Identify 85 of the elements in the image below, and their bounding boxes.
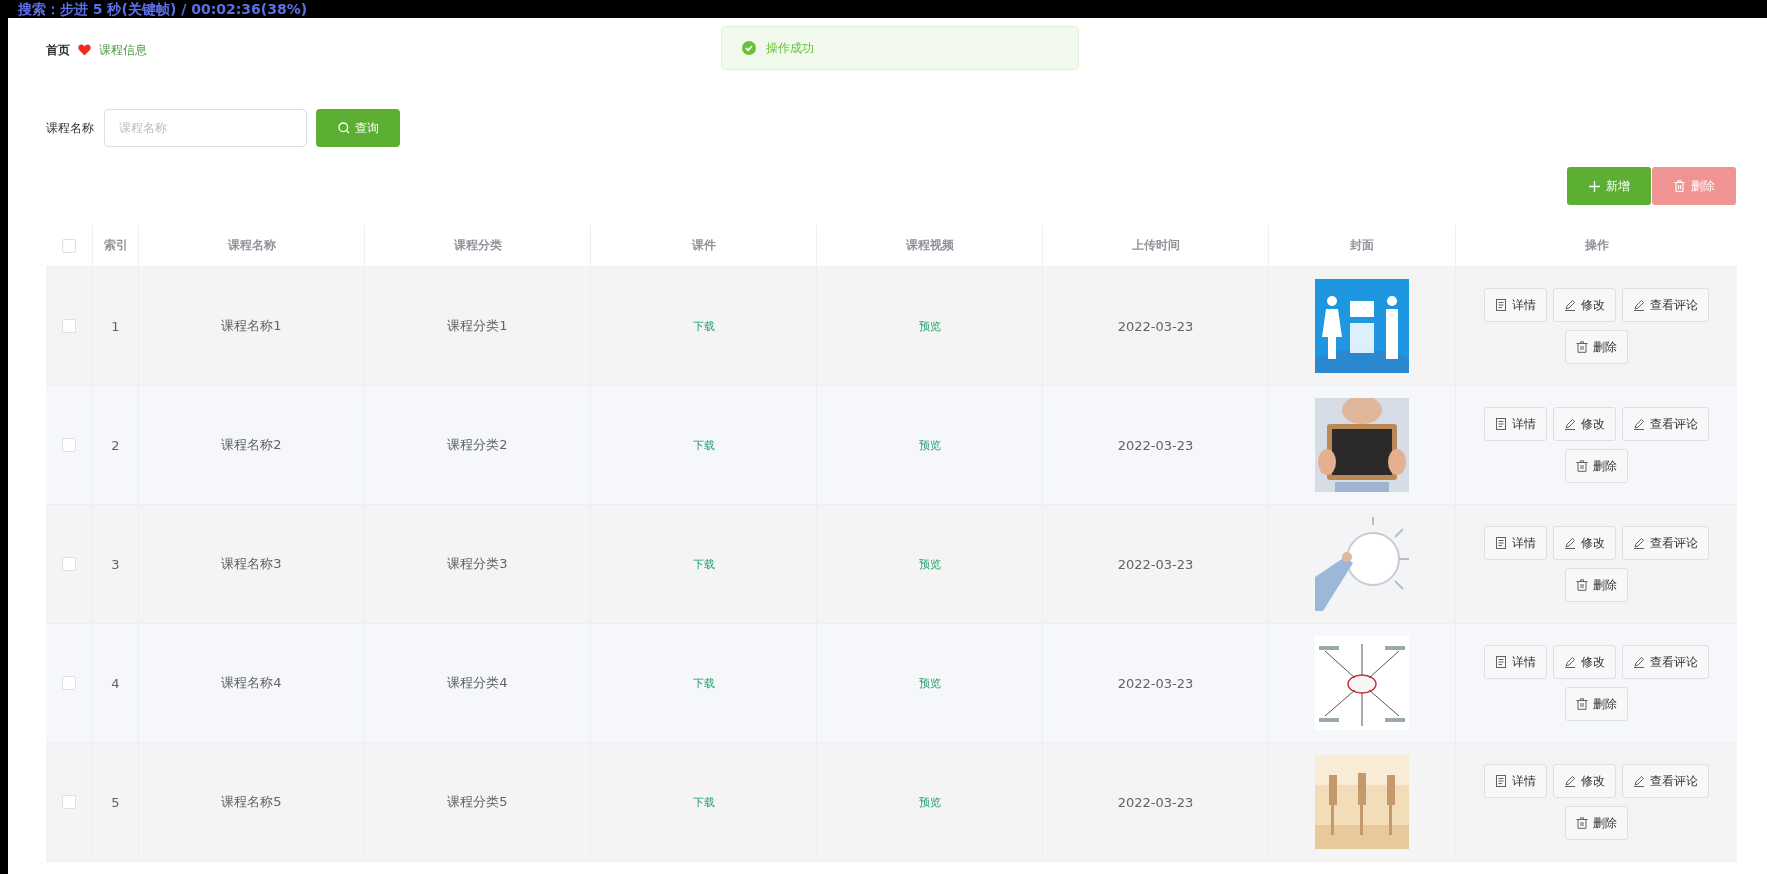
column-header: 索引 <box>103 237 128 254</box>
column-header: 上传时间 <box>1131 237 1180 254</box>
trash-icon <box>1576 341 1588 353</box>
table-cell: 1 <box>111 318 120 334</box>
table-cell: 3 <box>111 556 120 572</box>
table-cell: 课程分类1 <box>447 317 508 335</box>
column-header: 课程视频 <box>905 237 954 254</box>
pencil-icon <box>1564 299 1576 311</box>
checkbox[interactable] <box>62 676 76 690</box>
pencil-icon <box>1564 656 1576 668</box>
delete-button[interactable]: 删除 <box>1565 568 1628 602</box>
edit-button[interactable]: 修改 <box>1553 645 1616 679</box>
table-cell: 2022-03-23 <box>1117 318 1194 334</box>
table-cell: 课程分类5 <box>447 793 508 811</box>
trash-icon <box>1576 460 1588 472</box>
checkbox[interactable] <box>62 238 76 253</box>
table-cell: 课程名称4 <box>221 674 282 692</box>
column-header: 课程名称 <box>227 237 276 254</box>
detail-button[interactable]: 详情 <box>1484 407 1547 441</box>
edit-button[interactable]: 查看评论 <box>1622 407 1709 441</box>
delete-button[interactable]: 删除 <box>1565 330 1628 364</box>
trash-icon <box>1576 579 1588 591</box>
edit-button[interactable]: 修改 <box>1553 407 1616 441</box>
checkbox[interactable] <box>62 319 76 333</box>
search-field[interactable]: 课程名称 <box>104 109 307 147</box>
detail-button[interactable]: 详情 <box>1484 526 1547 560</box>
checkbox[interactable] <box>62 795 76 809</box>
column-header: 封面 <box>1350 237 1374 254</box>
pencil-icon <box>1633 775 1645 787</box>
document-icon <box>1495 775 1507 787</box>
document-icon <box>1495 299 1507 311</box>
toast-text: 操作成功 <box>766 39 814 57</box>
table-cell: 课程名称3 <box>221 555 282 573</box>
document-icon <box>1495 418 1507 430</box>
trash-icon <box>1673 180 1685 192</box>
trash-icon <box>1576 817 1588 829</box>
column-header: 操作 <box>1584 237 1609 254</box>
table-cell: 课程名称5 <box>221 793 282 811</box>
pencil-icon <box>1633 656 1645 668</box>
table-cell: 课程分类3 <box>447 555 508 573</box>
trash-icon <box>1576 698 1588 710</box>
table-cell: 2 <box>111 437 120 453</box>
edit-button[interactable]: 查看评论 <box>1622 764 1709 798</box>
table-cell: 2022-03-23 <box>1117 437 1194 453</box>
pencil-icon <box>1633 537 1645 549</box>
table-cell: 2022-03-23 <box>1117 794 1194 810</box>
overlay-text: 搜索：步进 5 秒(关键帧) / 00:02:36(38%) <box>18 1 308 17</box>
check-circle-icon <box>742 41 756 55</box>
column-header: 课程分类 <box>453 237 502 254</box>
table-cell: 5 <box>111 794 120 810</box>
checkbox[interactable] <box>62 557 76 571</box>
table-cell: 课程名称1 <box>221 317 282 335</box>
detail-button[interactable]: 详情 <box>1484 645 1547 679</box>
detail-button[interactable]: 详情 <box>1484 764 1547 798</box>
table-cell: 课程名称2 <box>221 436 282 454</box>
checkbox[interactable] <box>62 438 76 452</box>
pencil-icon <box>1564 775 1576 787</box>
plus-icon <box>1588 180 1600 192</box>
pencil-icon <box>1633 299 1645 311</box>
table-cell: 课程分类4 <box>447 674 508 692</box>
breadcrumb-link[interactable]: 课程信息 <box>99 41 147 59</box>
table-cell: 课程分类2 <box>447 436 508 454</box>
column-header: 课件 <box>691 237 716 254</box>
pencil-icon <box>1564 418 1576 430</box>
delete-button[interactable]: 删除 <box>1565 687 1628 721</box>
table-cell: 2022-03-23 <box>1117 556 1194 572</box>
pencil-icon <box>1564 537 1576 549</box>
document-icon <box>1495 537 1507 549</box>
delete-button[interactable]: 删除 <box>1565 806 1628 840</box>
edit-button[interactable]: 修改 <box>1553 764 1616 798</box>
search-icon <box>337 122 350 134</box>
table-cell: 2022-03-23 <box>1117 675 1194 691</box>
field-label: 课程名称 <box>46 119 94 137</box>
edit-button[interactable]: 查看评论 <box>1622 645 1709 679</box>
breadcrumb-link[interactable]: 首页 <box>46 41 70 59</box>
detail-button[interactable]: 详情 <box>1484 288 1547 322</box>
edit-button[interactable]: 查看评论 <box>1622 526 1709 560</box>
edit-button[interactable]: 修改 <box>1553 526 1616 560</box>
edit-button[interactable]: 查看评论 <box>1622 288 1709 322</box>
delete-button[interactable]: 删除 <box>1565 449 1628 483</box>
table-cell: 4 <box>111 675 120 691</box>
document-icon <box>1495 656 1507 668</box>
pencil-icon <box>1633 418 1645 430</box>
heart-icon <box>78 44 91 56</box>
edit-button[interactable]: 修改 <box>1553 288 1616 322</box>
